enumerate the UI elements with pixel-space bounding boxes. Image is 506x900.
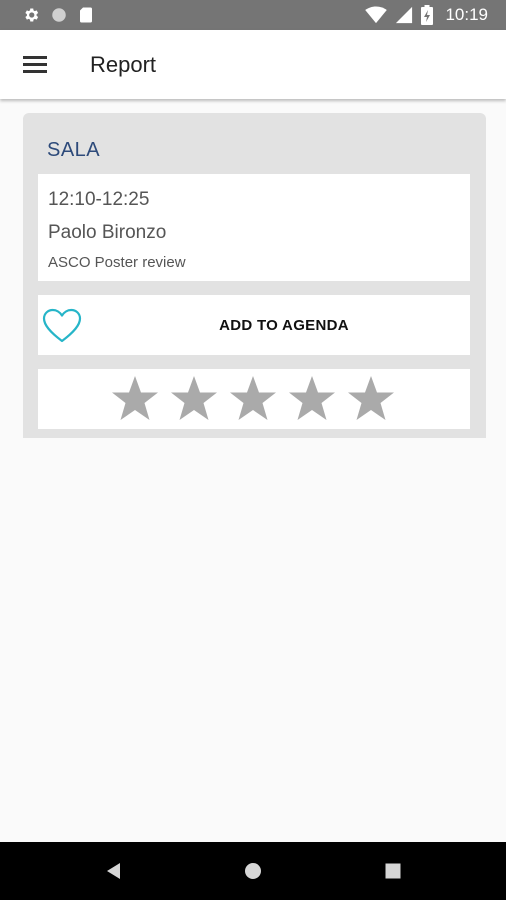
wifi-icon	[365, 6, 388, 24]
star-icon-2[interactable]	[169, 374, 219, 424]
add-to-agenda-label: ADD TO AGENDA	[219, 317, 349, 334]
room-label: SALA	[47, 139, 101, 161]
circle-icon	[52, 8, 66, 22]
star-icon-3[interactable]	[228, 374, 278, 424]
page-title: Report	[90, 52, 157, 77]
home-icon[interactable]	[242, 860, 264, 882]
add-to-agenda-button[interactable]: ADD TO AGENDA	[38, 295, 470, 355]
navigation-bar	[0, 842, 506, 900]
app-bar: Report	[0, 30, 506, 99]
hamburger-menu-icon[interactable]	[18, 50, 52, 80]
status-system: 10:19	[365, 4, 488, 26]
session-speaker: Paolo Bironzo	[48, 222, 167, 243]
recents-icon[interactable]	[382, 860, 404, 882]
heart-outline-icon	[42, 308, 82, 343]
back-icon[interactable]	[103, 860, 125, 882]
signal-icon	[396, 6, 413, 24]
session-card: SALA 12:10-12:25 Paolo Bironzo ASCO Post…	[23, 113, 486, 438]
star-icon-4[interactable]	[287, 374, 337, 424]
status-bar: 10:19	[0, 0, 506, 30]
settings-icon	[25, 8, 39, 22]
session-time: 12:10-12:25	[48, 189, 150, 210]
star-icon-5[interactable]	[346, 374, 396, 424]
status-notifications	[22, 6, 94, 24]
battery-icon	[421, 5, 434, 25]
star-icon-1[interactable]	[110, 374, 160, 424]
sd-card-icon	[80, 7, 92, 23]
rating-bar	[38, 369, 470, 429]
session-title: ASCO Poster review	[48, 254, 186, 271]
status-time: 10:19	[445, 5, 488, 24]
rating-stars	[110, 374, 396, 424]
session-details[interactable]: 12:10-12:25 Paolo Bironzo ASCO Poster re…	[38, 174, 470, 281]
